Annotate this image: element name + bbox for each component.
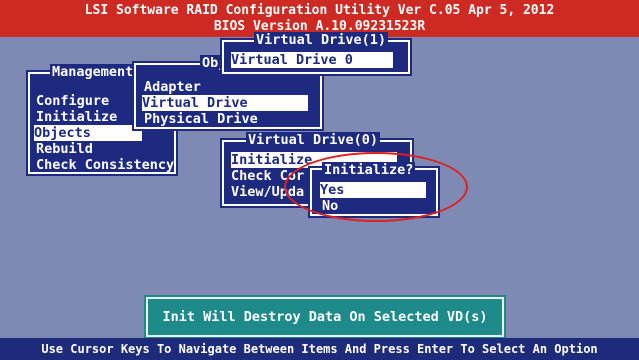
virtual-drive-0-item[interactable]: Virtual Drive 0 — [231, 52, 393, 68]
menu-item-adapter[interactable]: Adapter — [144, 79, 201, 95]
management-menu-title: Management — [50, 64, 136, 80]
menu-item-configure[interactable]: Configure — [36, 93, 109, 109]
status-bar: Use Cursor Keys To Navigate Between Item… — [0, 338, 639, 360]
virtual-drive-list-title: Virtual Drive(1) — [254, 32, 389, 48]
dialog-option-no[interactable]: No — [322, 198, 338, 214]
menu-item-virtual-drive[interactable]: Virtual Drive — [142, 95, 308, 111]
virtual-drive-list: Virtual Drive(1) Virtual Drive 0 — [220, 32, 412, 76]
menu-item-vd-view-update[interactable]: View/Upda — [231, 184, 304, 200]
dialog-option-yes[interactable]: Yes — [320, 182, 426, 198]
initialize-dialog-title: Initialize? — [322, 162, 416, 178]
warning-message: Init Will Destroy Data On Selected VD(s) — [144, 295, 506, 339]
menu-item-initialize[interactable]: Initialize — [36, 109, 117, 125]
menu-item-objects[interactable]: Objects — [34, 125, 142, 141]
menu-item-check-consistency[interactable]: Check Consistency — [36, 157, 174, 173]
initialize-dialog: Initialize? Yes No — [308, 162, 440, 218]
app-title: LSI Software RAID Configuration Utility … — [84, 3, 555, 18]
menu-item-vd-check-consistency[interactable]: Check Cor — [231, 168, 304, 184]
menu-item-rebuild[interactable]: Rebuild — [36, 141, 93, 157]
menu-item-physical-drive[interactable]: Physical Drive — [144, 111, 258, 127]
virtual-drive-menu-title: Virtual Drive(0) — [246, 132, 381, 148]
